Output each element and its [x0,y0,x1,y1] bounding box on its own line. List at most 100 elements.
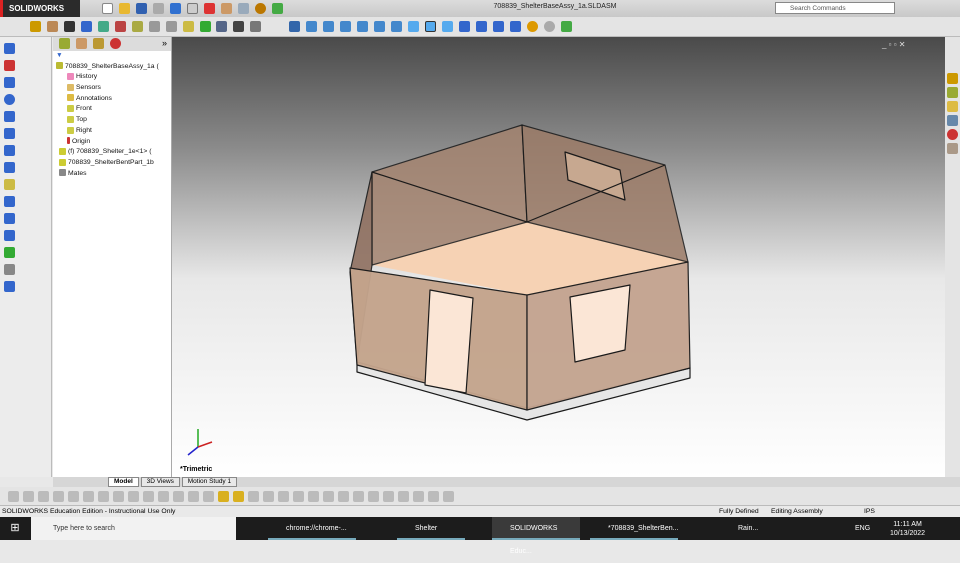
tool-icon[interactable] [233,491,244,502]
tree-item-bent-part[interactable]: 708839_ShelterBentPart_1b [53,158,171,169]
select-icon[interactable] [186,3,198,14]
view-bottom-icon[interactable] [391,21,403,32]
feature-manager-tab[interactable] [59,38,70,49]
graphics-viewport[interactable]: *Trimetric _ ▫ ▫ ✕ [172,37,945,477]
taskbar-explorer[interactable]: Shelter [397,517,465,540]
sketch-icon[interactable] [4,43,15,54]
solidworks-logo[interactable]: SOLIDWORKS [0,0,80,17]
tool-icon[interactable] [338,491,349,502]
point-icon[interactable] [4,162,15,173]
relations-icon[interactable] [165,21,177,32]
weather-widget[interactable]: Rain... [720,517,758,540]
trim-icon[interactable] [4,179,15,190]
file-explorer-icon[interactable] [947,101,958,112]
tool-icon[interactable] [323,491,334,502]
tool-icon[interactable] [398,491,409,502]
tool-icon[interactable] [308,491,319,502]
mirror-entities-icon[interactable] [4,213,15,224]
configuration-manager-tab[interactable] [92,38,104,49]
options-icon[interactable] [237,3,249,14]
expand-icon[interactable]: » [162,38,167,48]
assembly-icon[interactable] [216,21,228,32]
tool-icon[interactable] [188,491,199,502]
tool-icon[interactable] [98,491,109,502]
offset-icon[interactable] [4,196,15,207]
view-palette-icon[interactable] [947,115,958,126]
sketch-icon[interactable] [114,21,126,32]
tool-icon[interactable] [263,491,274,502]
file-properties-icon[interactable] [220,3,232,14]
pan-icon[interactable] [492,21,504,32]
mate-icon[interactable] [46,21,58,32]
rectangle-icon[interactable] [4,77,15,88]
open-icon[interactable] [118,3,130,14]
shadows-icon[interactable] [543,21,555,32]
circle-icon[interactable] [4,94,15,105]
tool-icon[interactable] [353,491,364,502]
view-left-icon[interactable] [340,21,352,32]
arc-icon[interactable] [4,111,15,122]
zoom-icon[interactable] [475,21,487,32]
tool-icon[interactable] [278,491,289,502]
view-back-icon[interactable] [323,21,335,32]
tree-item-mates[interactable]: Mates [53,169,171,180]
tool-icon[interactable] [413,491,424,502]
shaded-edges-icon[interactable] [441,21,453,32]
tool-icon[interactable] [248,491,259,502]
appearance-icon[interactable] [254,3,266,14]
insert-components-icon[interactable] [30,21,41,32]
custom-properties-icon[interactable] [947,143,958,154]
tool-icon[interactable] [428,491,439,502]
component-icon[interactable] [97,21,109,32]
new-icon[interactable] [102,3,113,14]
scene-icon[interactable] [560,21,572,32]
tool-icon[interactable] [83,491,94,502]
move-entities-icon[interactable] [4,281,15,292]
view-top-icon[interactable] [374,21,386,32]
realview-icon[interactable] [526,21,538,32]
resources-icon[interactable] [947,73,958,84]
scene-icon[interactable] [271,3,283,14]
line-icon[interactable] [4,60,15,71]
tool-icon[interactable] [293,491,304,502]
tab-motion-study-1[interactable]: Motion Study 1 [181,477,238,487]
fillet-icon[interactable] [4,145,15,156]
feature-icon[interactable] [182,21,194,32]
tab-model[interactable]: Model [108,477,139,487]
undo-icon[interactable] [169,3,181,14]
tab-3d-views[interactable]: 3D Views [140,477,180,487]
tree-item-history[interactable]: History [53,72,171,83]
filter-icon[interactable]: ▼ [53,51,171,62]
tool-icon[interactable] [53,491,64,502]
taskbar-solidworks[interactable]: SOLIDWORKS Educ... [492,517,580,555]
tool-icon[interactable] [173,491,184,502]
pattern-icon[interactable] [4,230,15,241]
taskbar-chrome[interactable]: chrome://chrome-... [268,517,356,540]
tool-icon[interactable] [23,491,34,502]
tree-item-sensors[interactable]: Sensors [53,83,171,94]
mirror-icon[interactable] [199,21,211,32]
view-front-icon[interactable] [306,21,318,32]
section-view-icon[interactable] [458,21,470,32]
relations-icon[interactable] [4,247,15,258]
design-library-icon[interactable] [947,87,958,98]
property-manager-tab[interactable] [75,38,87,49]
tree-item-annotations[interactable]: Annotations [53,94,171,105]
tool-icon[interactable] [113,491,124,502]
units-selector[interactable]: IPS [864,506,875,517]
tool-icon[interactable] [143,491,154,502]
display-manager-tab[interactable] [109,38,121,49]
clock[interactable]: 11:11 AM 10/13/2022 [890,520,925,538]
normal-to-icon[interactable] [289,21,301,32]
tool-icon[interactable] [218,491,229,502]
save-icon[interactable] [135,3,147,14]
view-right-icon[interactable] [357,21,369,32]
start-button[interactable]: ⊞ [0,517,30,540]
window-controls[interactable]: _ ▫ ▫ ✕ [882,40,906,49]
tool-icon[interactable] [68,491,79,502]
repair-icon[interactable] [4,264,15,275]
tree-item-shelter[interactable]: (f) 708839_Shelter_1e<1> ( [53,147,171,158]
instant3d-icon[interactable] [250,21,262,32]
tree-item-top[interactable]: Top [53,115,171,126]
tool-icon[interactable] [443,491,454,502]
